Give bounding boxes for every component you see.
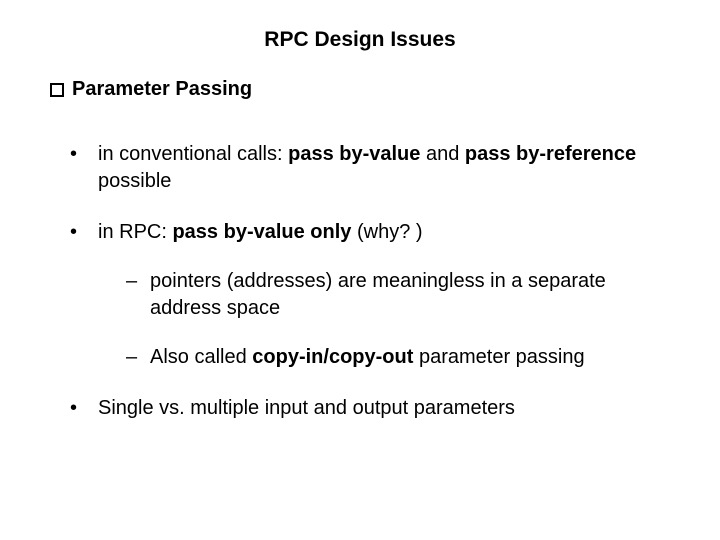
- bullet-list: in conventional calls: pass by-value and…: [40, 141, 680, 422]
- text-run: Also called: [150, 346, 252, 368]
- text-run: in conventional calls:: [98, 143, 288, 165]
- sub-bullet-list: pointers (addresses) are meaningless in …: [98, 268, 680, 371]
- slide-title: RPC Design Issues: [40, 28, 680, 52]
- text-run: and: [420, 143, 464, 165]
- text-run: possible: [98, 170, 171, 192]
- list-item: Single vs. multiple input and output par…: [70, 395, 680, 422]
- text-run: parameter passing: [413, 346, 584, 368]
- list-item: in conventional calls: pass by-value and…: [70, 141, 680, 195]
- list-item: Also called copy-in/copy-out parameter p…: [126, 344, 680, 371]
- section-heading-text: Parameter Passing: [72, 78, 252, 101]
- text-run-bold: pass by-reference: [465, 143, 636, 165]
- text-run-bold: pass by-value only: [172, 221, 351, 243]
- list-item: pointers (addresses) are meaningless in …: [126, 268, 680, 322]
- list-item: in RPC: pass by-value only (why? ) point…: [70, 219, 680, 371]
- text-run: Single vs. multiple input and output par…: [98, 397, 515, 419]
- text-run-bold: pass by-value: [288, 143, 420, 165]
- text-run: pointers (addresses) are meaningless in …: [150, 270, 606, 319]
- text-run-bold: copy-in/copy-out: [252, 346, 413, 368]
- checkbox-bullet-icon: [50, 83, 64, 97]
- text-run: (why? ): [351, 221, 422, 243]
- section-heading: Parameter Passing: [40, 78, 680, 101]
- text-run: in RPC:: [98, 221, 172, 243]
